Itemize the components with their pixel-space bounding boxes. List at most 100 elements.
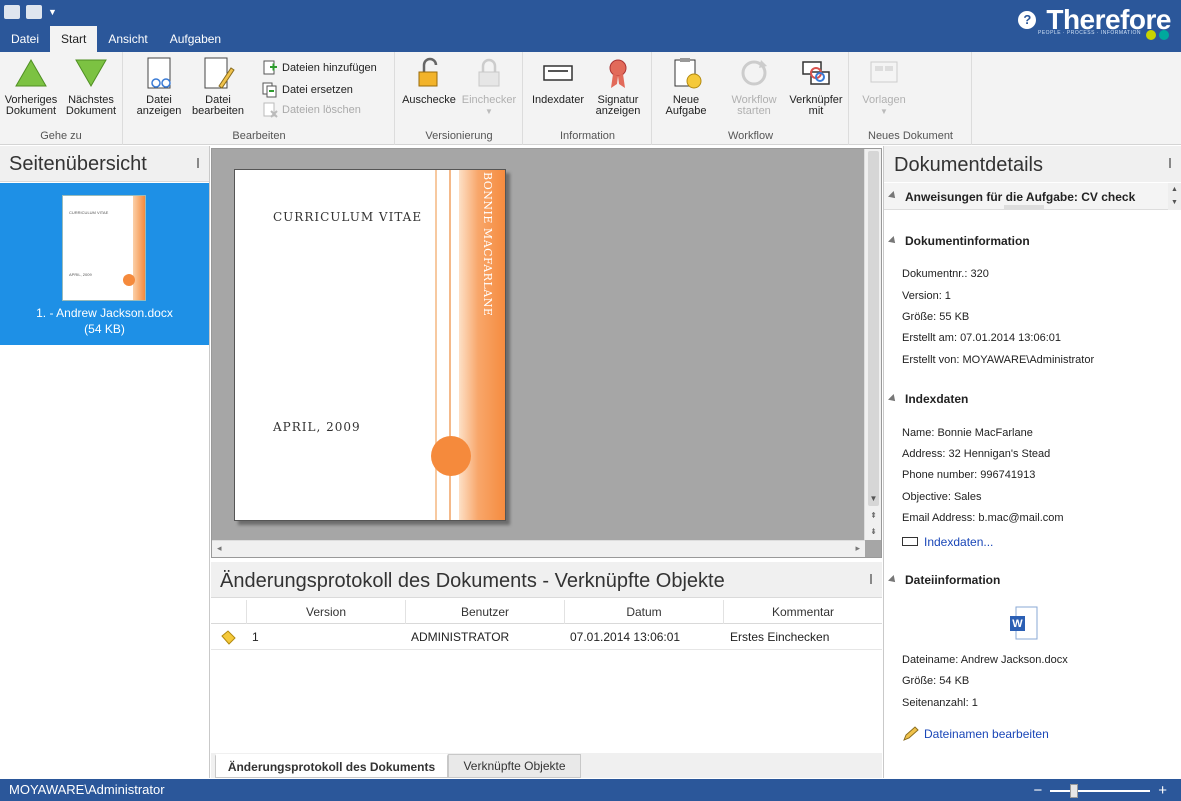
- cv-title: CURRICULUM VITAE: [273, 210, 423, 224]
- history-pin-icon[interactable]: [870, 574, 878, 584]
- mail-icon[interactable]: [4, 5, 20, 19]
- collapse-index-icon[interactable]: [888, 394, 898, 404]
- edit-file-label: Datei bearbeiten: [192, 94, 244, 117]
- templates-button[interactable]: Vorlagen ▼: [853, 56, 915, 117]
- indexdata-link-icon: [902, 537, 918, 546]
- tab-ansicht[interactable]: Ansicht: [97, 26, 158, 52]
- file-pages: Seitenanzahl: 1: [902, 697, 978, 709]
- new-task-button[interactable]: Neue Aufgabe: [655, 56, 717, 117]
- indexdata-link[interactable]: Indexdaten...: [924, 535, 993, 549]
- col-comment[interactable]: Kommentar: [723, 600, 882, 624]
- next-document-label: Nächstes Dokument: [65, 94, 117, 117]
- file-size: Größe: 54 KB: [902, 675, 970, 687]
- checkout-button[interactable]: Auschecke: [398, 56, 460, 106]
- history-title: Änderungsprotokoll des Dokuments - Verkn…: [220, 570, 725, 592]
- orange-circle: [431, 436, 471, 476]
- tab-start[interactable]: Start: [50, 26, 98, 52]
- viewer-horizontal-scrollbar[interactable]: ◂ ▸: [212, 540, 865, 557]
- viewer-vertical-scrollbar[interactable]: ▼ ⇞ ⇟: [864, 149, 881, 540]
- row-version: 1: [252, 630, 259, 644]
- task-scroll-buttons[interactable]: ▲ ▼: [1168, 183, 1181, 210]
- edit-filename-link[interactable]: Dateinamen bearbeiten: [924, 727, 1049, 741]
- zoom-in-button[interactable]: +: [1158, 782, 1167, 799]
- doc-version: Version: 1: [902, 290, 951, 302]
- view-file-button[interactable]: Datei anzeigen: [128, 56, 190, 117]
- new-task-clipboard-icon: [669, 56, 703, 90]
- indexdata-icon: [541, 56, 575, 90]
- details-pin-icon[interactable]: [1169, 158, 1177, 168]
- scroll-right-arrow-icon[interactable]: ▸: [855, 543, 860, 554]
- word-document-icon: W: [1010, 606, 1038, 640]
- collapse-docinfo-icon[interactable]: [888, 236, 898, 246]
- zoom-slider-knob[interactable]: [1070, 783, 1079, 798]
- tab-datei[interactable]: Datei: [0, 26, 50, 52]
- task-splitter[interactable]: [1004, 205, 1044, 209]
- previous-document-button[interactable]: Vorheriges Dokument: [0, 56, 62, 117]
- row-comment: Erstes Einchecken: [730, 630, 830, 644]
- checkout-label: Auschecke: [402, 94, 456, 106]
- scroll-left-arrow-icon[interactable]: ◂: [217, 543, 222, 554]
- tab-linked-objects[interactable]: Verknüpfte Objekte: [448, 754, 581, 778]
- task-instructions-label: Anweisungen für die Aufgabe: CV check: [905, 190, 1136, 204]
- page-down-icon[interactable]: ⇟: [865, 527, 882, 536]
- delete-files-button[interactable]: Dateien löschen: [262, 100, 361, 120]
- logo-dot-green: [1146, 30, 1156, 40]
- checkin-button[interactable]: Einchecker ▼: [458, 56, 520, 117]
- file-info-header: Dateiinformation: [905, 573, 1001, 587]
- pin-icon[interactable]: [197, 158, 205, 168]
- collapse-task-icon[interactable]: [888, 191, 898, 201]
- indexdata-button[interactable]: Indexdater: [527, 56, 589, 106]
- edit-file-icon: [201, 56, 235, 90]
- history-pane: Änderungsprotokoll des Dokuments - Verkn…: [211, 562, 882, 778]
- indexdata-label: Indexdater: [532, 94, 584, 106]
- thumbnail-date-text: APRIL, 2009: [69, 272, 92, 277]
- thumbnail-label: 1. - Andrew Jackson.docx (54 KB): [0, 305, 209, 337]
- table-row[interactable]: 1 ADMINISTRATOR 07.01.2014 13:06:01 Erst…: [211, 625, 882, 650]
- replace-file-button[interactable]: Datei ersetzen: [262, 80, 353, 100]
- zoom-slider[interactable]: [1050, 783, 1151, 798]
- add-files-button[interactable]: Dateien hinzufügen: [262, 58, 377, 78]
- task-instructions-section[interactable]: Anweisungen für die Aufgabe: CV check: [884, 183, 1180, 210]
- collapse-fileinfo-icon[interactable]: [888, 575, 898, 585]
- new-task-label: Neue Aufgabe: [665, 94, 707, 117]
- viewer-scroll-thumb[interactable]: [868, 151, 879, 506]
- page-up-icon[interactable]: ⇞: [865, 511, 882, 520]
- tab-change-log[interactable]: Änderungsprotokoll des Dokuments: [215, 754, 448, 778]
- history-grid-header: Version Benutzer Datum Kommentar: [211, 600, 882, 624]
- question-icon[interactable]: ?: [1018, 11, 1037, 29]
- thumbnail-filename: 1. - Andrew Jackson.docx: [36, 306, 173, 320]
- group-versioning: Auschecke Einchecker ▼ Versionierung: [396, 52, 523, 145]
- logo-dot-teal: [1159, 30, 1169, 40]
- templates-dropdown-icon[interactable]: ▼: [853, 106, 915, 117]
- history-bottom-tabs: Änderungsprotokoll des Dokuments Verknüp…: [211, 753, 882, 778]
- signature-button[interactable]: Signatur anzeigen: [587, 56, 649, 117]
- col-date[interactable]: Datum: [564, 600, 723, 624]
- next-document-button[interactable]: Nächstes Dokument: [60, 56, 122, 117]
- index-email: Email Address: b.mac@mail.com: [902, 512, 1064, 524]
- edit-file-button[interactable]: Datei bearbeiten: [187, 56, 249, 117]
- page-thumbnail[interactable]: CURRICULUM VITAE APRIL, 2009: [62, 195, 146, 301]
- lock-icon: [472, 56, 506, 90]
- customize-toolbar-icon[interactable]: ▼: [48, 4, 57, 20]
- checkin-dropdown-icon[interactable]: ▼: [458, 106, 520, 117]
- start-workflow-button[interactable]: Workflow starten: [723, 56, 785, 117]
- doc-size: Größe: 55 KB: [902, 311, 970, 323]
- col-version[interactable]: Version: [246, 600, 405, 624]
- doc-created-at: Erstellt am: 07.01.2014 13:06:01: [902, 332, 1061, 344]
- index-header: Indexdaten: [905, 392, 969, 406]
- index-name: Name: Bonnie MacFarlane: [902, 427, 1033, 439]
- tab-aufgaben[interactable]: Aufgaben: [159, 26, 232, 52]
- checkin-label: Einchecker: [461, 94, 517, 106]
- scroll-down-arrow-icon[interactable]: ▼: [865, 494, 882, 503]
- details-title: Dokumentdetails: [894, 154, 1043, 176]
- col-user[interactable]: Benutzer: [405, 600, 564, 624]
- document-viewer[interactable]: CURRICULUM VITAE APRIL, 2009 BONNIE MACF…: [211, 148, 882, 558]
- view-file-icon: [142, 56, 176, 90]
- status-bar: MOYAWARE\Administrator − +: [0, 779, 1181, 801]
- page-thumbnail-item[interactable]: CURRICULUM VITAE APRIL, 2009 1. - Andrew…: [0, 183, 209, 345]
- print-icon[interactable]: [26, 5, 42, 19]
- signature-label: Signatur anzeigen: [595, 94, 641, 117]
- zoom-out-button[interactable]: −: [1033, 782, 1042, 799]
- templates-label: Vorlagen: [862, 94, 906, 106]
- link-with-button[interactable]: Verknüpfer mit: [785, 56, 847, 117]
